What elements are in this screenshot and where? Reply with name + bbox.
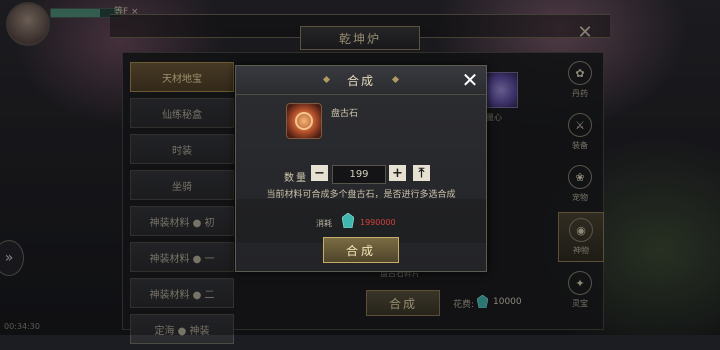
confirm-synth-button[interactable]: 合成 <box>323 237 399 263</box>
close-icon[interactable]: ✕ <box>458 68 482 92</box>
decrease-button[interactable]: − <box>311 165 328 181</box>
gem-icon <box>342 213 354 228</box>
consume-value: 1990000 <box>360 218 396 227</box>
max-button[interactable]: ⤒ <box>413 165 430 181</box>
consume-label: 消耗 <box>316 219 332 228</box>
increase-button[interactable]: + <box>389 165 406 181</box>
item-name: 盘古石 <box>331 109 359 119</box>
dialog-title: 合成 <box>346 74 375 88</box>
quantity-input[interactable]: 199 <box>332 165 386 184</box>
synthesis-dialog: 合成 ✕ 盘古石 数量 − 199 + ⤒ 当前材料可合成多个盘古石，是否进行多… <box>235 65 487 272</box>
quantity-label: 数量 <box>284 173 308 184</box>
pangu-stone-icon[interactable] <box>286 103 322 139</box>
